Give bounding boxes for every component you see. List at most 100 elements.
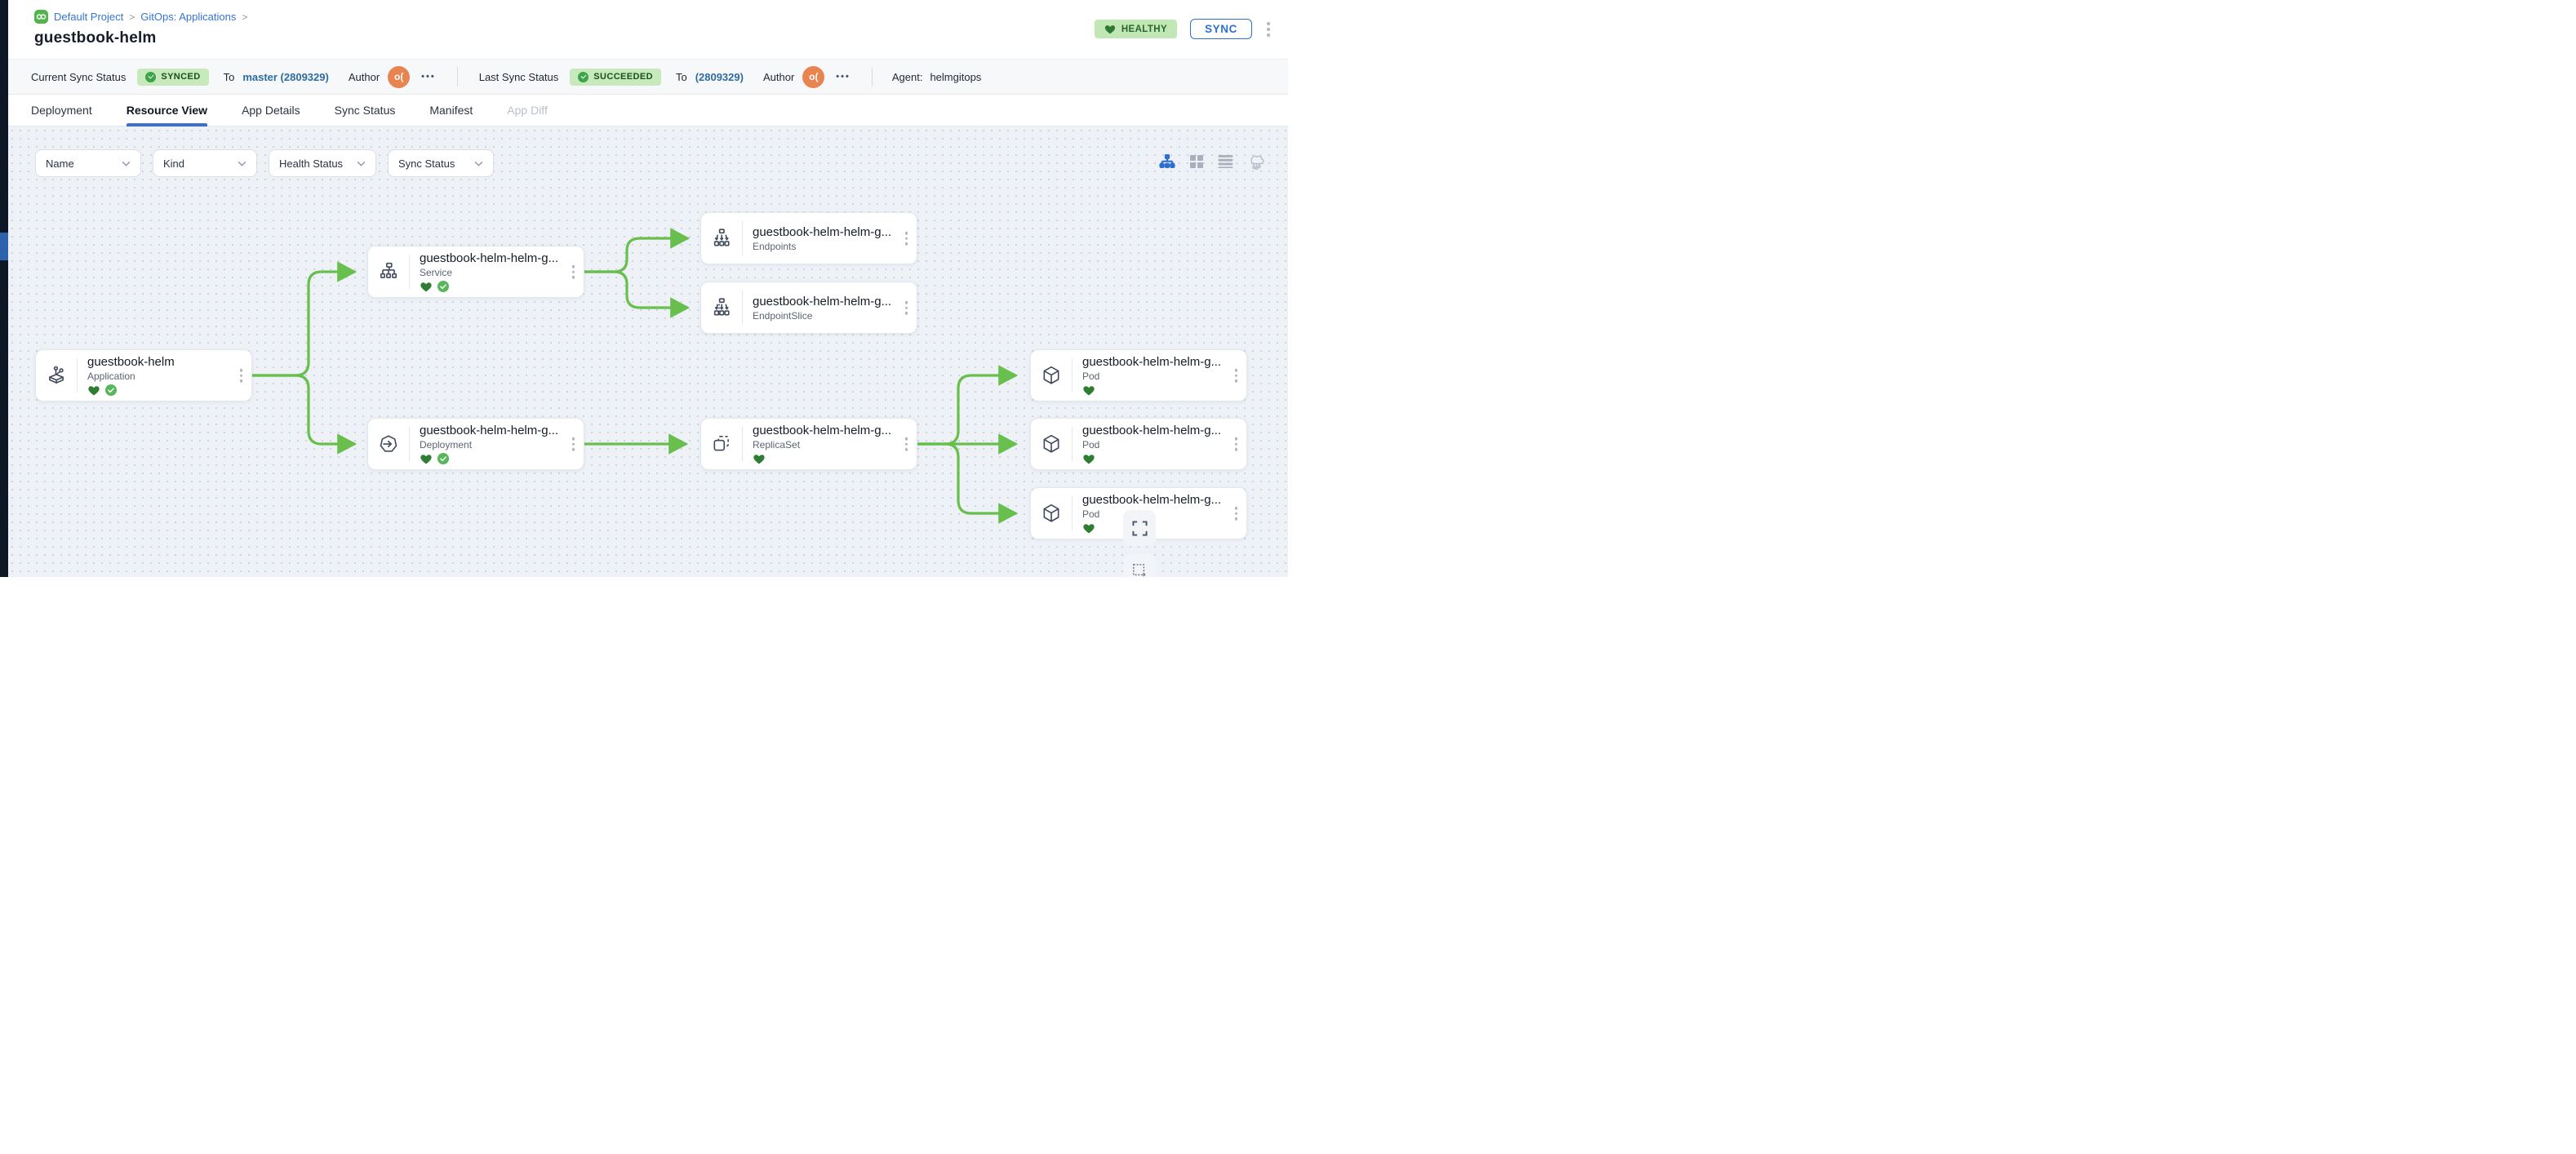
tab-app-diff[interactable]: App Diff [507,95,548,126]
cluster-view-icon[interactable] [1247,153,1265,170]
codefresh-icon [34,10,48,24]
node-title: guestbook-helm [87,355,251,369]
node-endpoints[interactable]: guestbook-helm-helm-g... Endpoints [700,212,917,264]
node-pod-1[interactable]: guestbook-helm-helm-g... Pod [1030,349,1247,402]
tab-resource-view[interactable]: Resource View [127,95,207,126]
breadcrumb-applications-link[interactable]: GitOps: Applications [140,11,236,23]
node-kebab-menu[interactable] [1233,367,1240,384]
node-title: guestbook-helm-helm-g... [753,225,917,239]
node-kind: Pod [1082,371,1246,382]
check-circle-icon [145,72,156,82]
filter-health-status-dropdown[interactable]: Health Status [269,149,376,177]
last-sync-status-label: Last Sync Status [479,71,559,83]
chevron-down-icon [357,161,366,166]
service-icon [368,246,409,297]
synced-badge: SYNCED [137,69,208,86]
fit-view-button[interactable] [1123,510,1156,546]
node-kebab-menu[interactable] [904,300,910,317]
breadcrumb-separator: > [129,11,135,23]
node-application-guestbook-helm[interactable]: guestbook-helm Application [35,349,252,402]
to-label: To [676,71,687,83]
breadcrumb-separator: > [242,11,247,23]
fullscreen-icon [1132,521,1148,536]
node-service[interactable]: guestbook-helm-helm-g... Service [367,246,584,298]
divider [457,67,458,87]
grid-view-icon[interactable] [1189,154,1204,169]
chevron-down-icon [122,161,131,166]
pod-icon [1031,488,1072,539]
last-revision-link[interactable]: (2809329) [695,71,744,83]
node-title: guestbook-helm-helm-g... [420,251,584,265]
divider [872,67,873,87]
page-title: guestbook-helm [34,29,1272,47]
check-circle-icon [578,72,588,82]
node-kebab-menu[interactable] [904,230,910,247]
node-kind: Deployment [420,439,584,451]
pod-icon [1031,419,1072,469]
filter-label: Kind [163,158,184,170]
tab-sync-status[interactable]: Sync Status [335,95,396,126]
node-kebab-menu[interactable] [1233,505,1240,522]
pod-icon [1031,350,1072,401]
filter-kind-dropdown[interactable]: Kind [153,149,257,177]
filter-label: Name [46,158,74,170]
healthy-heart-icon [1082,453,1095,464]
gitops-app-page: Default Project > GitOps: Applications >… [0,0,1288,577]
node-deployment[interactable]: guestbook-helm-helm-g... Deployment [367,418,584,470]
node-title: guestbook-helm-helm-g... [1082,493,1246,507]
node-title: guestbook-helm-helm-g... [753,295,917,308]
header-kebab-menu[interactable] [1265,20,1272,38]
filter-name-dropdown[interactable]: Name [35,149,141,177]
tree-view-icon[interactable] [1159,154,1175,168]
tab-manifest[interactable]: Manifest [429,95,473,126]
synced-check-icon [437,281,449,292]
sidebar-active-indicator [0,233,8,260]
health-badge-label: HEALTHY [1121,24,1167,34]
node-pod-2[interactable]: guestbook-helm-helm-g... Pod [1030,418,1247,470]
author-label: Author [349,71,380,83]
more-options-button[interactable]: ••• [421,72,436,82]
node-kebab-menu[interactable] [571,436,577,453]
chevron-down-icon [238,161,246,166]
page-header: Default Project > GitOps: Applications >… [8,0,1288,59]
filter-sync-status-dropdown[interactable]: Sync Status [388,149,494,177]
node-kebab-menu[interactable] [904,436,910,453]
node-kind: Pod [1082,439,1246,451]
tab-app-details[interactable]: App Details [242,95,300,126]
tab-deployment[interactable]: Deployment [31,95,92,126]
sync-status-bar: Current Sync Status SYNCED To master (28… [8,59,1288,95]
breadcrumb-project-link[interactable]: Default Project [54,11,123,23]
current-revision-link[interactable]: master (2809329) [242,71,329,83]
healthy-heart-icon [420,453,433,464]
node-replicaset[interactable]: guestbook-helm-helm-g... ReplicaSet [700,418,917,470]
resource-graph-canvas[interactable]: Name Kind Health Status Sync Status [8,126,1288,577]
healthy-heart-icon [87,384,100,396]
healthy-heart-icon [420,281,433,292]
more-options-button[interactable]: ••• [836,72,851,82]
selection-mode-button[interactable] [1123,554,1156,577]
node-title: guestbook-helm-helm-g... [1082,355,1246,369]
node-kebab-menu[interactable] [1233,436,1240,453]
node-kind: Endpoints [753,241,917,252]
chevron-down-icon [474,161,483,166]
main-content: Default Project > GitOps: Applications >… [8,0,1288,577]
node-endpointslice[interactable]: guestbook-helm-helm-g... EndpointSlice [700,282,917,334]
sync-button[interactable]: SYNC [1190,19,1252,39]
collapsed-sidebar[interactable] [0,0,8,577]
synced-check-icon [437,453,449,464]
author-avatar[interactable]: o( [802,66,824,88]
synced-check-icon [105,384,117,396]
healthy-heart-icon [753,453,766,464]
author-avatar[interactable]: o( [388,66,410,88]
node-kebab-menu[interactable] [571,264,577,281]
list-view-icon[interactable] [1218,154,1233,168]
succeeded-badge-label: SUCCEEDED [593,72,653,82]
agent-value: helmgitops [930,71,981,83]
node-kind: Pod [1082,508,1246,520]
filter-label: Sync Status [398,158,455,170]
node-kebab-menu[interactable] [238,367,245,384]
application-icon [36,350,77,401]
healthy-heart-icon [1082,522,1095,534]
view-toggles [1159,153,1265,170]
health-status-badge: HEALTHY [1095,20,1177,38]
